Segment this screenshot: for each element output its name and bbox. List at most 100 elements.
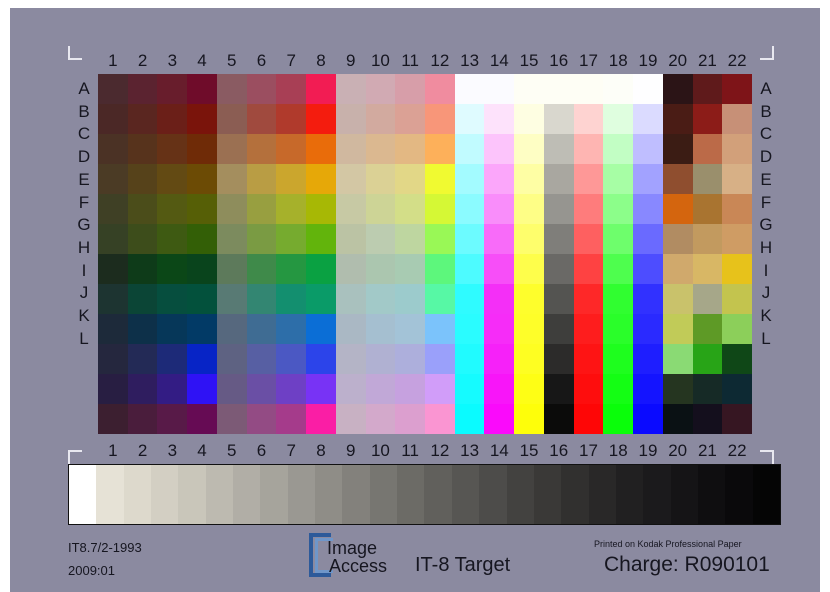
color-patch-G5 (216, 254, 247, 284)
color-patch-H15 (514, 284, 544, 314)
column-label-top-7: 7 (286, 51, 296, 70)
column-label-bottom-13: 13 (460, 441, 480, 460)
color-patch-A21 (692, 74, 723, 104)
color-patch-F13 (454, 224, 485, 254)
color-patch-H22 (722, 284, 752, 314)
color-patch-F11 (395, 224, 425, 254)
color-patch-H20 (662, 284, 693, 314)
column-label-top-14: 14 (489, 51, 509, 70)
gray-step-1 (96, 465, 124, 524)
row-label-right-K: K (760, 306, 772, 325)
color-patch-B21 (692, 104, 723, 134)
color-patch-I10 (365, 314, 396, 344)
color-patch-E6 (246, 194, 277, 224)
color-patch-F1 (98, 224, 128, 254)
column-label-top-4: 4 (197, 51, 207, 70)
color-patch-D22 (722, 164, 752, 194)
color-patch-L17 (573, 404, 604, 434)
gray-step-15 (479, 465, 507, 524)
column-label-bottom-6: 6 (256, 441, 267, 460)
color-patch-G21 (692, 254, 723, 284)
color-patch-F17 (573, 224, 604, 254)
color-patch-K4 (187, 374, 217, 404)
color-patch-F16 (543, 224, 574, 254)
color-patch-H19 (633, 284, 663, 314)
color-patch-J12 (424, 344, 455, 374)
color-patch-F6 (246, 224, 277, 254)
column-label-bottom-12: 12 (430, 441, 450, 460)
color-patch-H17 (573, 284, 604, 314)
gray-step-21 (643, 465, 671, 524)
color-patch-K16 (543, 374, 574, 404)
color-patch-K17 (573, 374, 604, 404)
color-patch-A1 (98, 74, 128, 104)
color-patch-E5 (216, 194, 247, 224)
color-patch-F12 (424, 224, 455, 254)
color-patch-H8 (306, 284, 336, 314)
color-patch-F8 (306, 224, 336, 254)
color-patch-J22 (722, 344, 752, 374)
color-patch-I14 (484, 314, 515, 344)
gray-step-18 (561, 465, 589, 524)
column-label-top-3: 3 (167, 51, 178, 70)
column-label-top-13: 13 (460, 51, 480, 70)
column-label-top-10: 10 (370, 51, 390, 70)
date-label: 2009:01 (68, 563, 115, 578)
color-patch-K20 (662, 374, 693, 404)
color-patch-G22 (722, 254, 752, 284)
color-patch-B8 (306, 104, 336, 134)
color-patch-J18 (603, 344, 634, 374)
color-patch-C22 (722, 134, 752, 164)
column-label-top-18: 18 (608, 51, 628, 70)
color-patch-B13 (454, 104, 485, 134)
color-patch-G20 (662, 254, 693, 284)
color-patch-F20 (662, 224, 693, 254)
gray-step-10 (342, 465, 370, 524)
corner-mark-bottom-left (68, 450, 82, 464)
column-label-bottom-9: 9 (345, 441, 356, 460)
color-patch-D14 (484, 164, 515, 194)
color-patch-E22 (722, 194, 752, 224)
row-label-right-E: E (760, 169, 772, 189)
color-patch-E20 (662, 194, 693, 224)
color-patch-A12 (424, 74, 455, 104)
color-patch-A16 (543, 74, 574, 104)
color-patch-L5 (216, 404, 247, 434)
color-patch-G16 (543, 254, 574, 284)
color-patch-E19 (633, 194, 663, 224)
color-patch-I15 (514, 314, 544, 344)
row-label-right-I: I (763, 260, 769, 280)
row-label-right-D: D (759, 147, 773, 167)
color-patch-F22 (722, 224, 752, 254)
row-label-left-G: G (77, 215, 91, 235)
gray-step-8 (287, 465, 316, 524)
color-patch-D15 (514, 164, 544, 194)
row-label-right-H: H (759, 237, 773, 257)
color-patch-I7 (276, 314, 307, 344)
color-patch-F4 (187, 224, 217, 254)
color-patch-L1 (98, 404, 128, 434)
charge-label: Charge: R090101 (604, 553, 770, 576)
column-label-bottom-20: 20 (668, 441, 688, 460)
color-patch-B1 (98, 104, 128, 134)
color-patch-A19 (633, 74, 663, 104)
color-patch-L7 (276, 404, 307, 434)
color-patch-J20 (662, 344, 693, 374)
color-patch-K5 (216, 374, 247, 404)
color-patch-A11 (395, 74, 425, 104)
color-patch-G3 (157, 254, 188, 284)
row-label-right-G: G (759, 215, 773, 235)
column-label-top-19: 19 (638, 51, 658, 70)
color-patch-I13 (454, 314, 485, 344)
color-patch-K1 (98, 374, 128, 404)
gray-step-3 (151, 465, 179, 524)
color-patch-L3 (157, 404, 188, 434)
image-access-logo: Image Access (307, 531, 389, 579)
color-patch-E18 (603, 194, 634, 224)
color-patch-G9 (335, 254, 366, 284)
color-patch-K19 (633, 374, 663, 404)
color-patch-L20 (662, 404, 693, 434)
color-patch-I22 (722, 314, 752, 344)
column-label-top-22: 22 (727, 51, 747, 70)
color-patch-A18 (603, 74, 634, 104)
